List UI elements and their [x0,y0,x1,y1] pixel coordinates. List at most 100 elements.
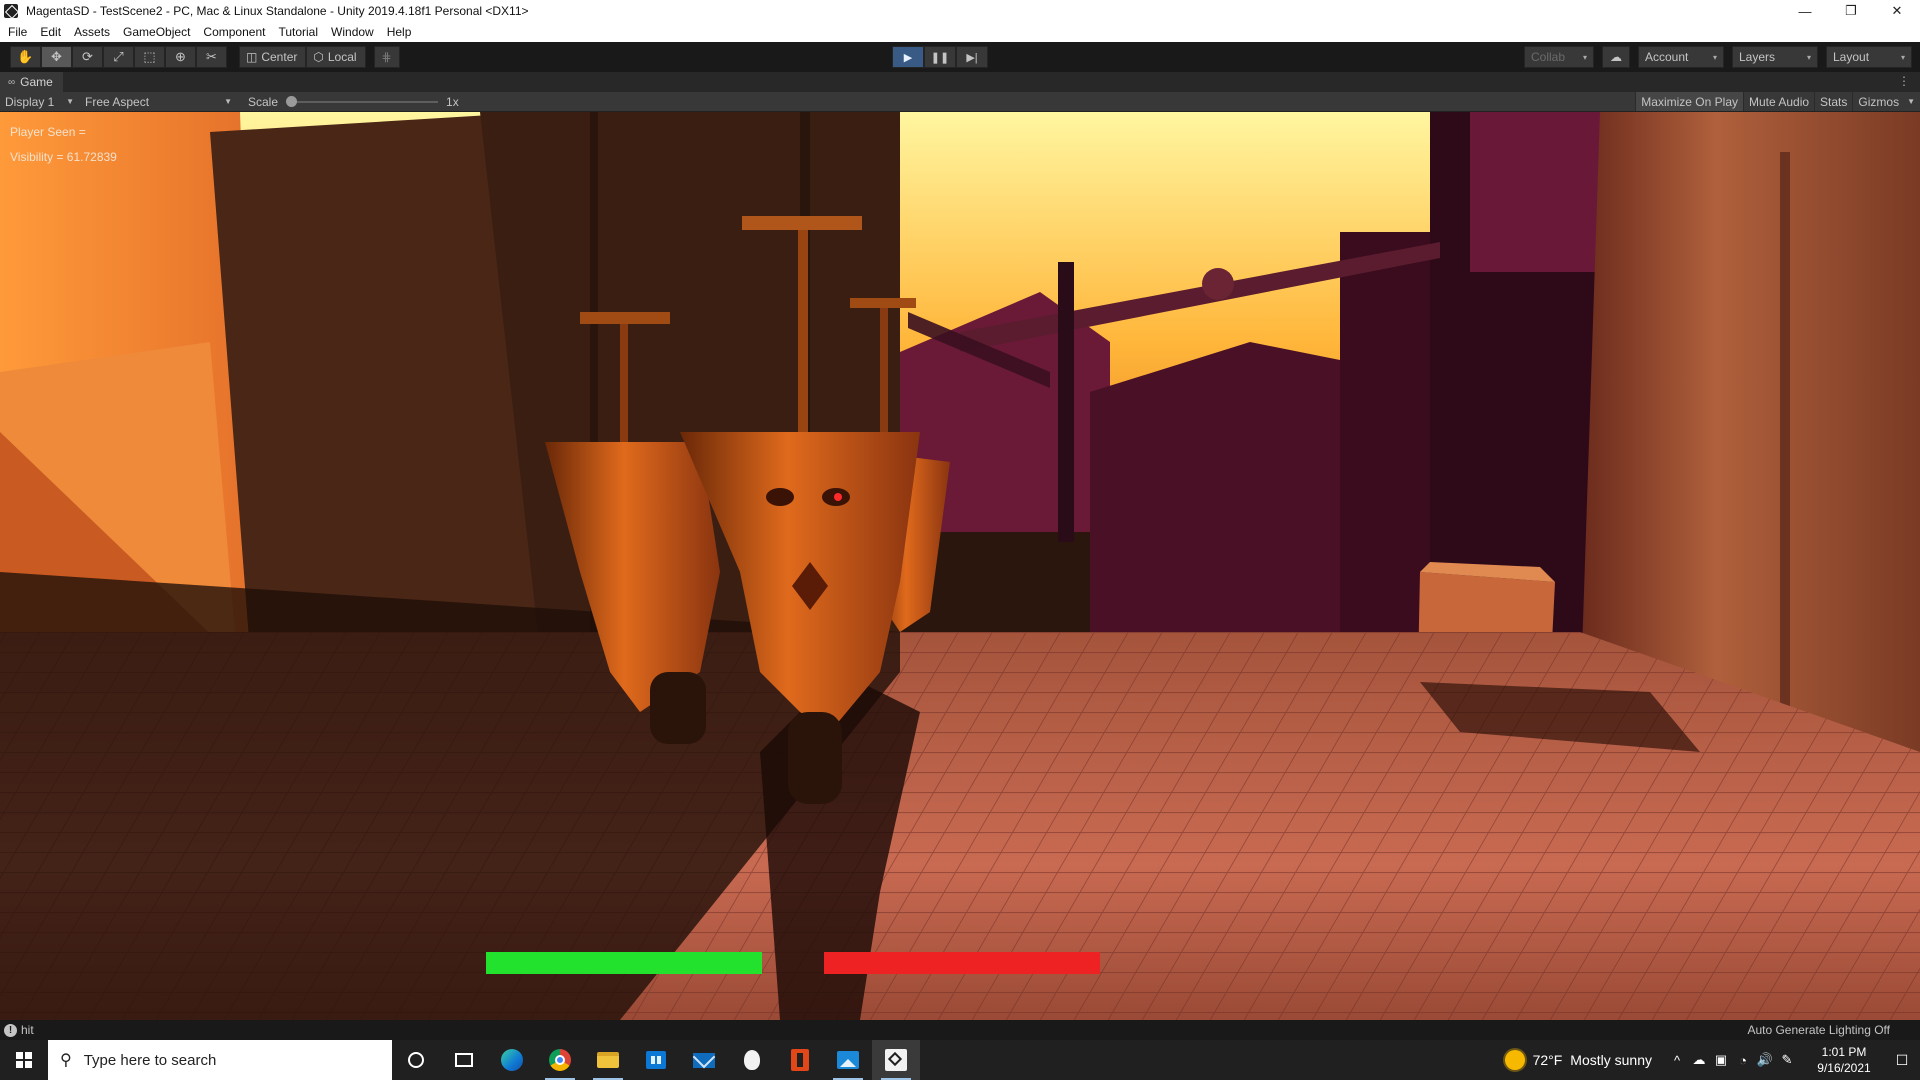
game-viewport[interactable]: Player Seen = Visibility = 61.72839 [0,112,1920,1020]
edge-icon [501,1049,523,1071]
collab-dropdown[interactable]: Collab ▾ [1524,46,1594,68]
task-view-button[interactable] [440,1040,488,1080]
photos-icon [837,1051,859,1069]
grid-snap-icon[interactable]: ⋕ [373,46,400,68]
stats-toggle[interactable]: Stats [1814,92,1852,111]
game-scene-render [0,112,1920,1020]
search-placeholder: Type here to search [83,1051,217,1069]
menu-assets[interactable]: Assets [70,25,115,39]
pivot-toggles: ◫ Center ⬡ Local [239,46,366,68]
chevron-down-icon: ▾ [1900,52,1905,62]
mute-audio-toggle[interactable]: Mute Audio [1743,92,1814,111]
tab-game-label: Game [20,75,53,89]
alien-app-button[interactable] [728,1040,776,1080]
restore-button[interactable]: ❐ [1828,0,1874,22]
chevron-down-icon: ▾ [1712,52,1717,62]
office-icon [791,1049,809,1071]
display-label: Display 1 [5,94,55,109]
menu-component[interactable]: Component [199,25,270,39]
chrome-button[interactable] [536,1040,584,1080]
menu-help[interactable]: Help [383,25,417,39]
hand-tool-icon[interactable]: ✋ [10,46,41,68]
menu-tutorial[interactable]: Tutorial [274,25,323,39]
player-health-bar [486,952,762,974]
tab-menu-icon[interactable]: ⋮ [1898,74,1910,88]
notification-icon[interactable]: ☐ [1884,1040,1920,1080]
game-view-toggles: Maximize On Play Mute Audio Stats Gizmos… [1635,92,1920,111]
tab-game[interactable]: ∞ Game [0,72,63,92]
chevron-down-icon: ▾ [1806,52,1811,62]
custom-tool-icon[interactable]: ✂ [196,46,227,68]
debug-player-seen: Player Seen = [10,125,86,139]
search-icon: ⚲ [60,1052,72,1069]
aspect-dropdown[interactable]: Free Aspect ▼ [80,95,238,109]
rotate-tool-icon[interactable]: ⟳ [72,46,103,68]
cortana-button[interactable] [392,1040,440,1080]
menu-gameobject[interactable]: GameObject [119,25,195,39]
photos-button[interactable] [824,1040,872,1080]
taskbar-search-box[interactable]: ⚲ Type here to search [48,1040,392,1080]
pause-icon[interactable]: ❚❚ [924,46,956,68]
taskbar-clock[interactable]: 1:01 PM 9/16/2021 [1804,1044,1884,1076]
alien-icon [744,1050,760,1070]
pivot-local-label: Local [327,50,357,64]
pivot-local-button[interactable]: ⬡ Local [306,46,366,68]
volume-icon[interactable]: 🔊 [1754,1052,1776,1068]
start-button[interactable] [0,1040,48,1080]
display-icon[interactable]: ▣ [1710,1052,1732,1068]
game-tab-bar: ∞ Game ⋮ [0,72,1920,92]
chrome-icon [549,1049,571,1071]
play-icon[interactable]: ▶ [892,46,924,68]
console-status-bar[interactable]: ! hit Auto Generate Lighting Off [0,1020,1920,1040]
store-button[interactable] [632,1040,680,1080]
tray-overflow-icon[interactable]: ^ [1666,1053,1688,1068]
minimize-button[interactable]: — [1782,0,1828,22]
close-button[interactable]: ✕ [1874,0,1920,22]
layout-dropdown[interactable]: Layout ▾ [1826,46,1912,68]
display-dropdown[interactable]: Display 1 ▼ [0,95,80,109]
scale-slider[interactable] [286,95,439,107]
step-icon[interactable]: ▶| [956,46,988,68]
chevron-down-icon: ▼ [224,97,232,106]
pen-icon[interactable]: ✎ [1776,1052,1798,1068]
pivot-center-button[interactable]: ◫ Center [239,46,307,68]
account-dropdown[interactable]: Account ▾ [1638,46,1724,68]
scale-value: 1x [446,94,459,109]
menu-file[interactable]: File [4,25,32,39]
gizmos-dropdown[interactable]: Gizmos ▼ [1852,92,1920,111]
enemy-health-fill [824,952,1100,974]
aspect-label: Free Aspect [85,94,150,109]
maximize-on-play-toggle[interactable]: Maximize On Play [1635,92,1743,111]
account-label: Account [1645,50,1689,64]
gizmos-label: Gizmos [1858,94,1900,109]
edge-button[interactable] [488,1040,536,1080]
store-icon [646,1051,666,1069]
mail-button[interactable] [680,1040,728,1080]
debug-visibility: Visibility = 61.72839 [10,150,117,164]
menu-window[interactable]: Window [327,25,379,39]
mail-icon [693,1052,715,1068]
scale-label: Scale [248,94,279,109]
collab-label: Collab [1531,50,1566,64]
chevron-down-icon: ▼ [66,97,74,106]
network-icon[interactable]: ◔ [1732,1053,1754,1068]
move-tool-icon[interactable]: ✥ [41,46,72,68]
cloud-icon[interactable]: ☁ [1602,46,1630,68]
layers-dropdown[interactable]: Layers ▾ [1732,46,1818,68]
scale-tool-icon[interactable]: ⤢ [103,46,134,68]
weather-widget[interactable]: 72°F Mostly sunny [1504,1050,1652,1070]
toolbar-right: Collab ▾ ☁ Account ▾ Layers ▾ Layout ▾ [1524,46,1912,68]
chevron-down-icon: ▼ [1907,97,1915,106]
file-explorer-button[interactable] [584,1040,632,1080]
office-button[interactable] [776,1040,824,1080]
info-icon: ! [4,1023,17,1037]
status-message: hit [21,1023,34,1037]
layout-label: Layout [1833,50,1870,64]
menu-edit[interactable]: Edit [36,25,66,39]
onedrive-icon[interactable]: ☁ [1688,1052,1710,1068]
pivot-center-icon: ◫ [246,50,258,64]
rect-tool-icon[interactable]: ⬚ [134,46,165,68]
scale-slider-thumb[interactable] [286,95,298,107]
transform-tool-icon[interactable]: ⊕ [165,46,196,68]
unity-button[interactable] [872,1040,920,1080]
